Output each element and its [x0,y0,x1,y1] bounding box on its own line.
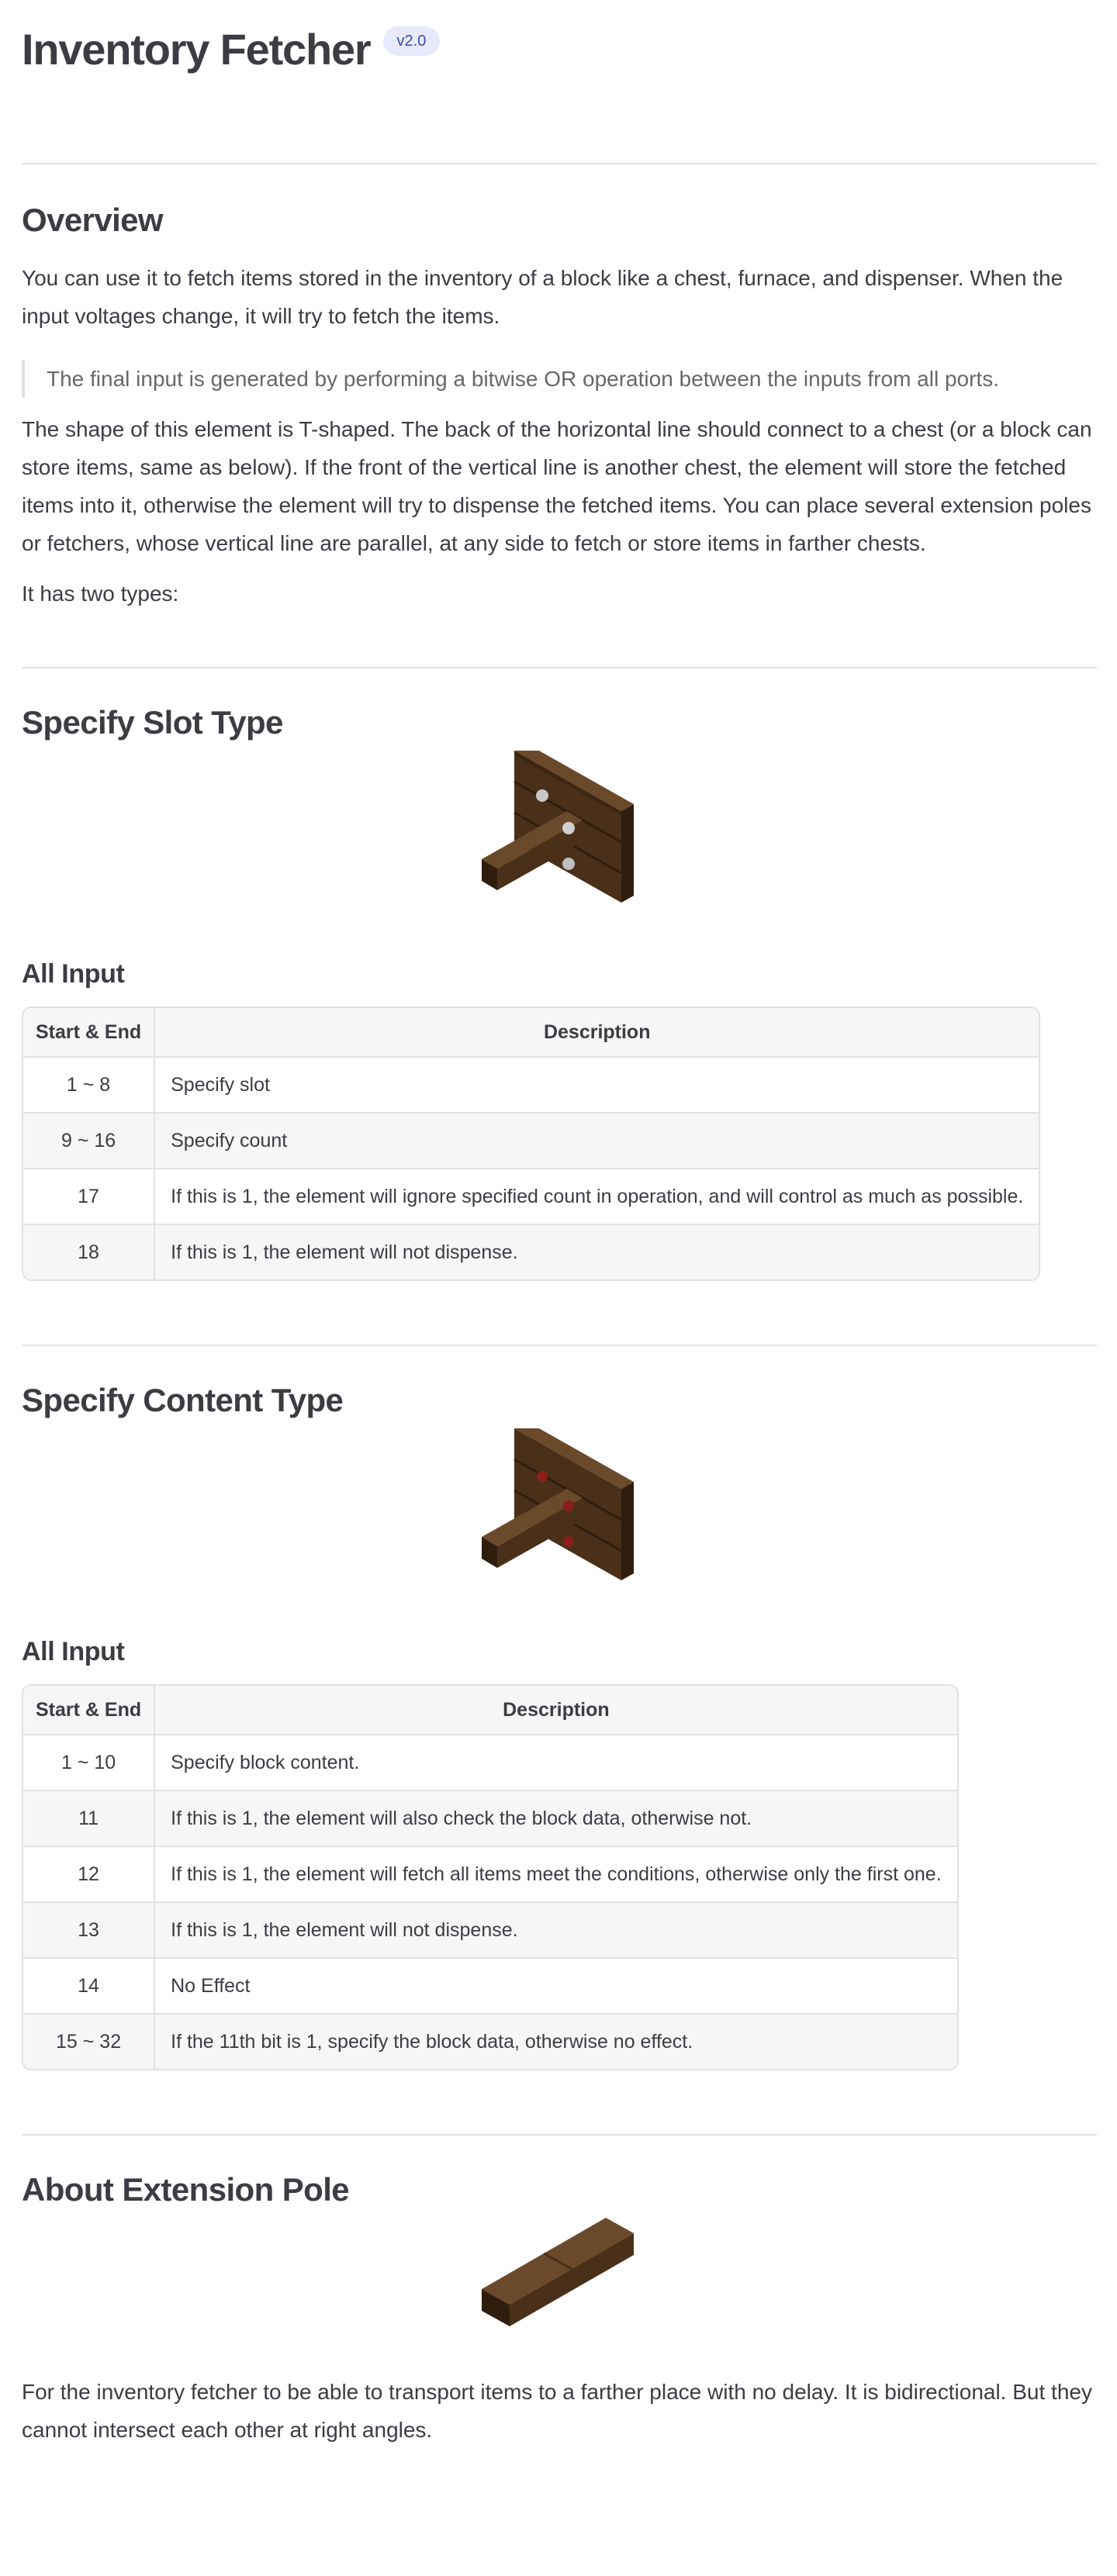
range-cell: 13 [23,1901,156,1957]
table-row: 1 ~ 10 Specify block content. [23,1735,957,1790]
range-cell: 14 [23,1957,156,2013]
description-cell: If the 11th bit is 1, specify the block … [155,2013,957,2069]
range-cell: 17 [23,1168,156,1224]
range-cell: 1 ~ 10 [23,1735,156,1790]
table-row: 17 If this is 1, the element will ignore… [23,1168,1039,1224]
section-heading-slot-type: Specify Slot Type [22,704,283,741]
section-heading-overview: Overview [22,202,164,238]
table-header-row: Start & End Description [23,1686,957,1735]
table-row: 12 If this is 1, the element will fetch … [23,1846,957,1901]
range-cell: 15 ~ 32 [23,2013,156,2069]
table-row: 18 If this is 1, the element will not di… [23,1224,1039,1279]
bitwise-or-note: The final input is generated by performi… [22,360,1101,398]
description-cell: Specify slot [171,1073,270,1096]
overview-paragraph-2: The shape of this element is T-shaped. T… [22,417,1092,555]
table-row: 1 ~ 8 Specify slot [23,1058,1039,1112]
extension-pole-block-icon [482,2218,634,2326]
slot-type-figure [22,751,1097,921]
section-heading-content-type: Specify Content Type [22,1382,344,1418]
range-cell: 1 ~ 8 [23,1058,156,1112]
range-cell: 12 [23,1846,156,1901]
description-cell: If this is 1, the element will not dispe… [155,1901,957,1957]
table-row: 13 If this is 1, the element will not di… [23,1901,957,1957]
column-header-description: Description [155,1008,1039,1058]
version-badge: v2.0 [382,26,441,56]
content-type-table-heading: All Input [22,1637,125,1666]
content-type-figure [22,1428,1097,1599]
inventory-fetcher-content-type-block-icon [482,1428,634,1580]
description-cell: Specify count [155,1112,1039,1168]
range-cell: 11 [23,1790,156,1846]
column-header-range: Start & End [23,1686,156,1735]
description-cell: Specify block content. [171,1751,360,1773]
column-header-range: Start & End [23,1008,156,1058]
slot-type-table-heading: All Input [22,959,125,989]
overview-paragraph-3: It has two types: [22,582,179,606]
description-cell: If this is 1, the element will not dispe… [155,1224,1039,1279]
column-header-description: Description [155,1686,957,1735]
table-row: 15 ~ 32 If the 11th bit is 1, specify th… [23,2013,957,2069]
extension-pole-figure [22,2218,1097,2342]
doc-page: Inventory Fetcher v2.0 Overview You can … [22,0,1117,2449]
description-cell: If this is 1, the element will fetch all… [155,1846,957,1901]
section-heading-extension-pole: About Extension Pole [22,2171,350,2208]
slot-type-input-table: Start & End Description 1 ~ 8 Specify sl… [22,1007,1041,1281]
inventory-fetcher-slot-type-block-icon [482,751,634,903]
description-cell: No Effect [155,1957,957,2013]
range-cell: 18 [23,1224,156,1279]
title-row: Inventory Fetcher v2.0 [22,0,1117,98]
table-header-row: Start & End Description [23,1008,1039,1058]
range-cell: 9 ~ 16 [23,1112,156,1168]
table-row: 11 If this is 1, the element will also c… [23,1790,957,1846]
content-type-input-table: Start & End Description 1 ~ 10 Specify b… [22,1684,959,2070]
extension-pole-paragraph: For the inventory fetcher to be able to … [22,2380,1092,2442]
overview-paragraph-1: You can use it to fetch items stored in … [22,266,1063,328]
description-cell: If this is 1, the element will also chec… [155,1790,957,1846]
table-row: 14 No Effect [23,1957,957,2013]
page-title: Inventory Fetcher [22,25,372,74]
table-row: 9 ~ 16 Specify count [23,1112,1039,1168]
description-cell: If this is 1, the element will ignore sp… [155,1168,1039,1224]
